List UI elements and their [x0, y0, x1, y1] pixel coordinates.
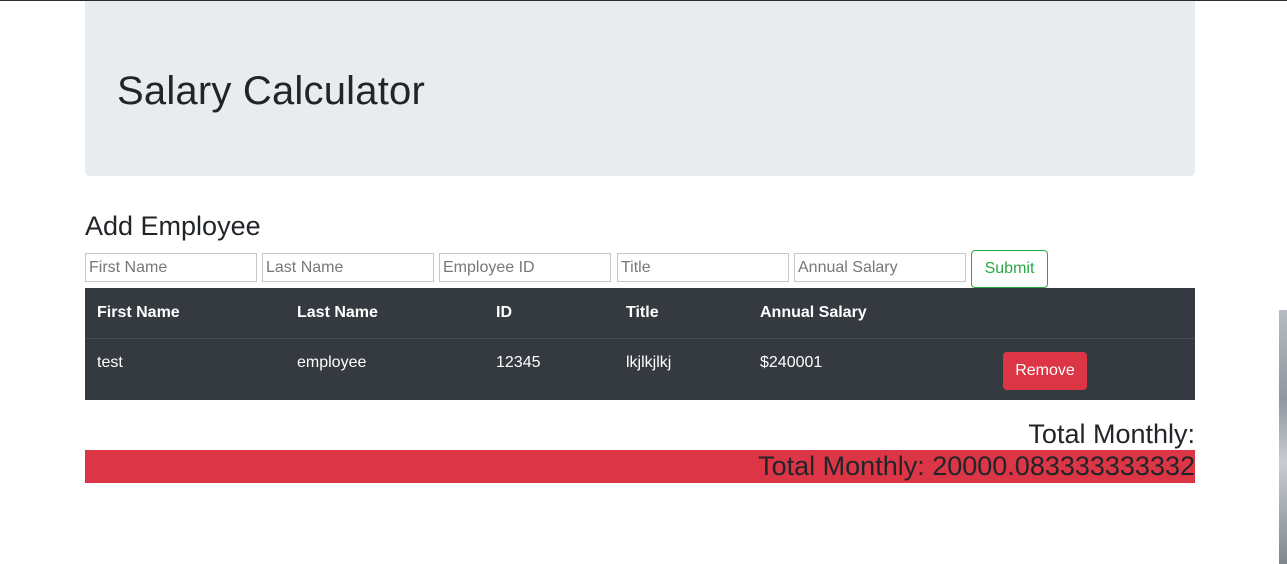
column-header-last-name: Last Name	[297, 304, 378, 321]
add-employee-heading: Add Employee	[85, 211, 261, 241]
cell-id: 12345	[496, 354, 541, 371]
column-header-title: Title	[626, 304, 659, 321]
employee-id-input[interactable]	[439, 253, 611, 282]
annual-salary-input[interactable]	[794, 253, 966, 282]
header-jumbotron: Salary Calculator	[85, 1, 1195, 176]
first-name-input[interactable]	[85, 253, 257, 282]
remove-button[interactable]: Remove	[1003, 352, 1087, 390]
background-wallpaper-edge	[1279, 310, 1287, 564]
cell-last-name: employee	[297, 354, 367, 371]
total-monthly-alert: Total Monthly: 20000.083333333332	[85, 450, 1195, 483]
add-employee-form: Submit	[85, 250, 1195, 290]
page-title: Salary Calculator	[117, 69, 425, 113]
table-header-divider	[85, 338, 1195, 339]
cell-first-name: test	[97, 354, 123, 371]
title-input[interactable]	[617, 253, 789, 282]
column-header-id: ID	[496, 304, 512, 321]
cell-title: lkjlkjlkj	[626, 354, 672, 371]
last-name-input[interactable]	[262, 253, 434, 282]
submit-button[interactable]: Submit	[971, 250, 1048, 288]
column-header-first-name: First Name	[97, 304, 180, 321]
cell-annual-salary: $240001	[760, 354, 823, 371]
total-monthly-heading: Total Monthly:	[1028, 419, 1195, 449]
employee-table: First Name Last Name ID Title Annual Sal…	[85, 288, 1195, 400]
column-header-annual-salary: Annual Salary	[760, 304, 867, 321]
page-container: Salary Calculator Add Employee Submit Fi…	[85, 1, 1195, 483]
